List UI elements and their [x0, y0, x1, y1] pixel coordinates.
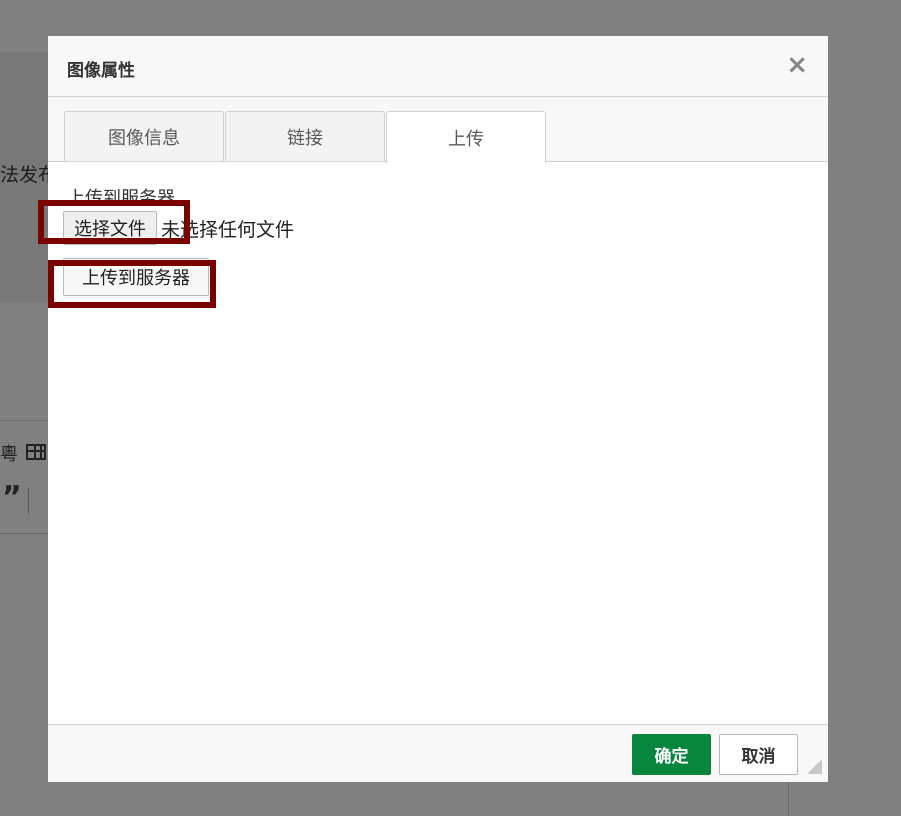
ok-button[interactable]: 确定: [632, 734, 711, 775]
image-properties-dialog: 图像属性 × 图像信息 链接 上传 上传到服务器 选择文件 未选择任何文件 上传…: [38, 36, 828, 782]
dialog-title-bar[interactable]: 图像属性 ×: [48, 36, 828, 97]
toolbar-separator: [28, 488, 29, 514]
dialog-title: 图像属性: [67, 61, 135, 81]
tab-strip: 图像信息 链接 上传: [48, 97, 828, 163]
choose-file-button[interactable]: 选择文件: [63, 211, 157, 245]
upload-to-server-button[interactable]: 上传到服务器: [63, 258, 209, 296]
background-toolbar: [0, 420, 48, 534]
background-divider: [788, 782, 789, 816]
upload-section-label: 上传到服务器: [67, 188, 175, 209]
dialog-footer: 确定 取消: [48, 724, 828, 782]
upload-panel: 上传到服务器 选择文件 未选择任何文件 上传到服务器: [38, 162, 828, 724]
tab-image-info[interactable]: 图像信息: [64, 111, 224, 161]
file-status-text: 未选择任何文件: [161, 218, 295, 241]
blockquote-icon: ”: [2, 480, 22, 515]
background-toolbar-icon: 粵: [0, 444, 18, 465]
file-input[interactable]: 选择文件 未选择任何文件: [63, 210, 294, 246]
resize-handle-icon[interactable]: [807, 759, 822, 774]
tab-upload[interactable]: 上传: [386, 111, 546, 163]
table-icon: [26, 444, 46, 460]
cancel-button[interactable]: 取消: [719, 734, 798, 775]
tab-link[interactable]: 链接: [225, 111, 385, 161]
close-icon[interactable]: ×: [786, 52, 808, 78]
